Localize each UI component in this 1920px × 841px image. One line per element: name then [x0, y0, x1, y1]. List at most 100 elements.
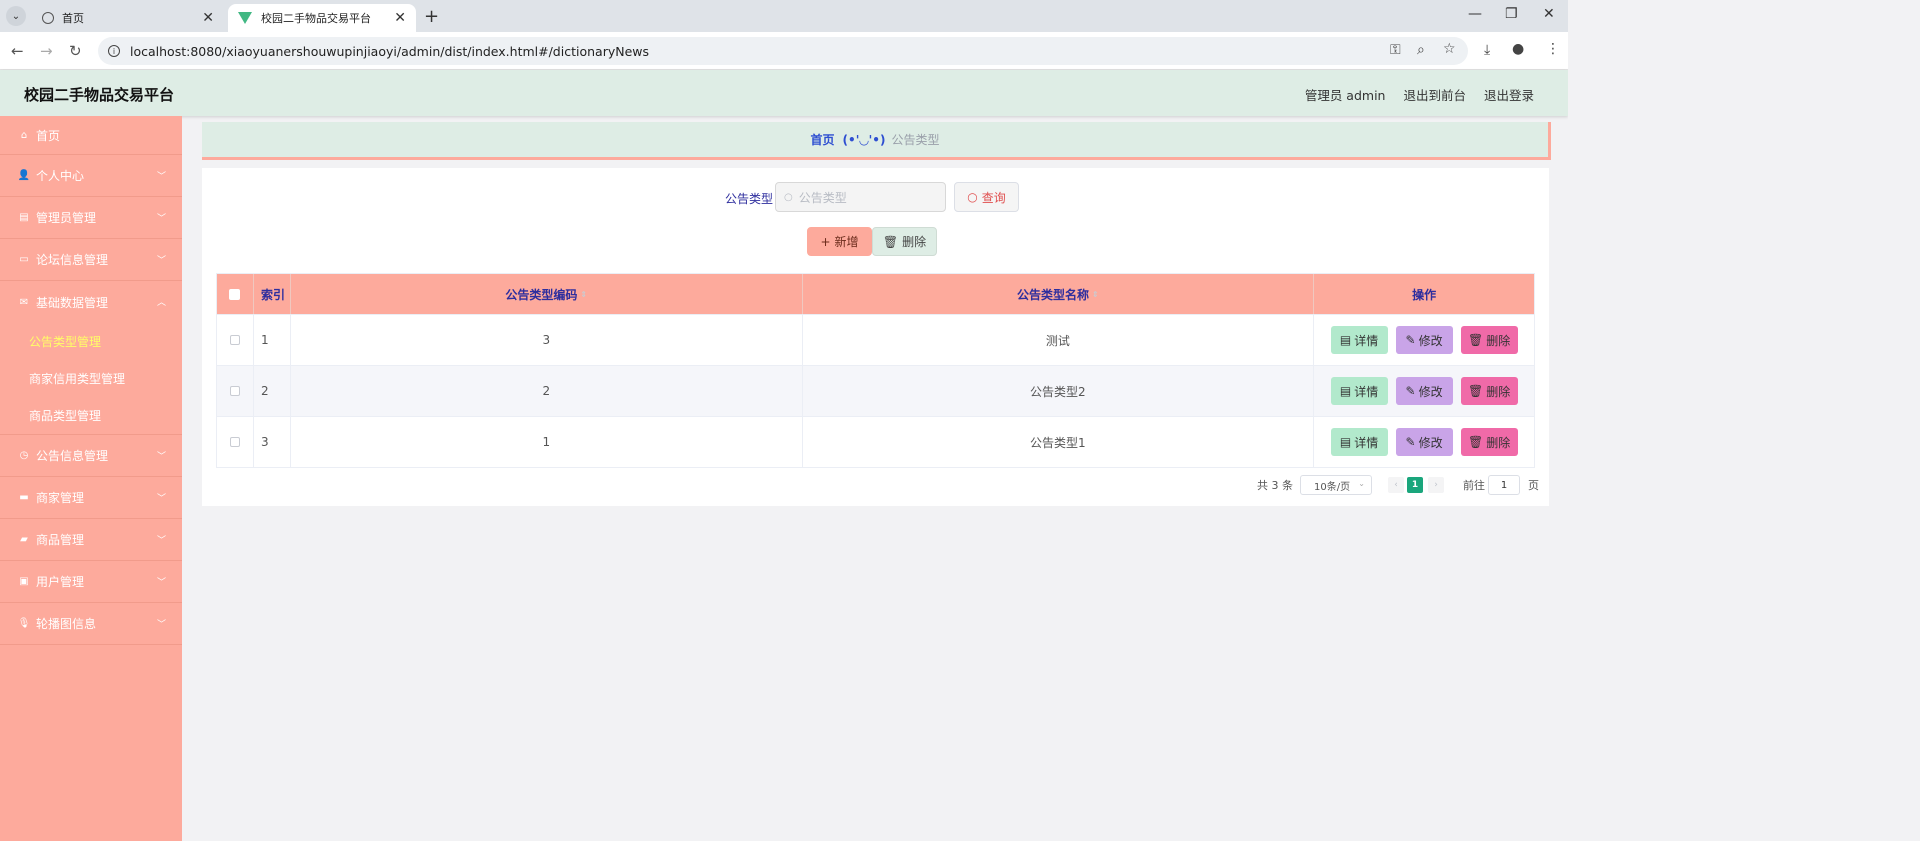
detail-button[interactable]: ▤ 详情: [1330, 377, 1388, 405]
add-button-label: 新增: [834, 235, 859, 249]
header-name-label: 公告类型名称: [1017, 287, 1090, 302]
chevron-down-icon: ﹀: [156, 214, 166, 224]
page-number-current[interactable]: 1: [1407, 477, 1423, 493]
detail-button[interactable]: ▤ 详情: [1330, 326, 1388, 354]
sort-icon[interactable]: ⇕: [1092, 290, 1099, 299]
row-delete-button[interactable]: 🗑 删除: [1460, 428, 1518, 456]
plus-icon: +: [820, 234, 831, 249]
sidebar-item-home[interactable]: ⌂ 首页: [0, 116, 182, 155]
batch-delete-label: 删除: [902, 235, 927, 249]
breadcrumb-home[interactable]: 首页: [811, 131, 835, 148]
sidebar-item-label: 管理员管理: [36, 211, 97, 225]
zoom-icon[interactable]: ⌕: [1417, 42, 1425, 58]
header-actions: 管理员 admin 退出到前台 退出登录: [1305, 85, 1534, 104]
search-button[interactable]: ○ 查询: [954, 182, 1019, 212]
reload-icon[interactable]: ↻: [69, 42, 82, 60]
detail-button[interactable]: ▤ 详情: [1330, 428, 1388, 456]
address-bar: ← → ↻ i localhost:8080/xiaoyuanershouwup…: [0, 32, 1568, 70]
to-front-link[interactable]: 退出到前台: [1403, 85, 1466, 104]
window-close-icon[interactable]: ✕: [1543, 6, 1555, 22]
row-checkbox[interactable]: [229, 335, 240, 345]
batch-delete-button[interactable]: 🗑 删除: [872, 227, 937, 256]
add-button[interactable]: + 新增: [807, 227, 872, 256]
sidebar-item-admins[interactable]: ▤ 管理员管理 ﹀: [0, 197, 182, 239]
sidebar-item-personal[interactable]: 👤 个人中心 ﹀: [0, 155, 182, 197]
table-row: 2 2 公告类型2 ▤ 详情 ✎ 修改 🗑 删除: [217, 365, 1534, 416]
header-code-label: 公告类型编码: [505, 287, 578, 302]
home-icon: ⌂: [20, 129, 28, 141]
minimize-icon[interactable]: —: [1468, 6, 1482, 22]
row-delete-button[interactable]: 🗑 删除: [1460, 326, 1518, 354]
profile-icon[interactable]: ●: [1512, 41, 1524, 57]
sort-icon[interactable]: ⇕: [580, 290, 587, 299]
browser-tab-home[interactable]: 首页 ✕: [32, 4, 224, 32]
sidebar-item-label: 论坛信息管理: [36, 253, 109, 267]
sidebar-item-merchants[interactable]: ▬ 商家管理 ﹀: [0, 477, 182, 519]
edit-button[interactable]: ✎ 修改: [1395, 326, 1453, 354]
sidebar-item-goods[interactable]: ▰ 商品管理 ﹀: [0, 519, 182, 561]
document-icon: ▤: [1339, 384, 1352, 398]
sidebar-item-notices[interactable]: ◷ 公告信息管理 ﹀: [0, 435, 182, 477]
row-select-cell: [217, 417, 254, 467]
cell-code: 3: [291, 315, 803, 365]
table-row: 3 1 公告类型1 ▤ 详情 ✎ 修改 🗑 删除: [217, 416, 1534, 467]
page-size-select[interactable]: 10条/页 ⌄: [1300, 475, 1372, 495]
edit-label: 修改: [1418, 333, 1443, 348]
prev-page-button[interactable]: ‹: [1388, 477, 1404, 493]
row-checkbox[interactable]: [229, 386, 240, 396]
vue-logo-icon: [238, 12, 252, 24]
back-icon[interactable]: ←: [11, 42, 24, 60]
pagination-total: 共 3 条: [1257, 479, 1293, 492]
chevron-down-icon: ﹀: [156, 620, 166, 630]
header-name[interactable]: 公告类型名称 ⇕: [803, 274, 1315, 314]
search-label: 公告类型: [725, 192, 774, 206]
cell-index: 1: [254, 315, 291, 365]
url-text: localhost:8080/xiaoyuanershouwupinjiaoyi…: [130, 43, 650, 59]
row-checkbox[interactable]: [229, 437, 240, 447]
bookmark-star-icon[interactable]: ☆: [1443, 41, 1456, 57]
password-key-icon[interactable]: ⚿: [1390, 42, 1401, 58]
page-size-value: 10条/页: [1314, 481, 1351, 493]
briefcase-icon: ▣: [19, 576, 29, 587]
edit-button[interactable]: ✎ 修改: [1395, 377, 1453, 405]
chevron-down-icon: ﹀: [156, 172, 166, 182]
sidebar-item-users[interactable]: ▣ 用户管理 ﹀: [0, 561, 182, 603]
search-placeholder: 公告类型: [798, 190, 847, 205]
browser-menu-icon[interactable]: ⋮: [1546, 41, 1560, 57]
delete-label: 删除: [1486, 333, 1511, 348]
site-info-icon[interactable]: i: [108, 45, 120, 57]
sidebar-subitem-goods-type[interactable]: 商品类型管理: [0, 397, 182, 434]
tab-title: 校园二手物品交易平台: [261, 12, 371, 25]
header-code[interactable]: 公告类型编码 ⇕: [291, 274, 803, 314]
select-all-checkbox[interactable]: [229, 288, 241, 300]
url-field[interactable]: i localhost:8080/xiaoyuanershouwupinjiao…: [98, 37, 1468, 65]
close-tab-icon[interactable]: ✕: [202, 10, 214, 26]
pencil-icon: ✎: [1405, 333, 1416, 347]
sidebar-subitem-notice-type[interactable]: 公告类型管理: [0, 323, 182, 360]
chart-icon: ▤: [19, 212, 29, 223]
row-delete-button[interactable]: 🗑 删除: [1460, 377, 1518, 405]
close-tab-icon[interactable]: ✕: [394, 10, 406, 26]
next-page-button[interactable]: ›: [1428, 477, 1444, 493]
trash-icon: 🗑: [1467, 384, 1484, 398]
new-tab-icon[interactable]: +: [424, 6, 439, 27]
card-icon: ▭: [19, 254, 29, 265]
browser-tab-active[interactable]: 校园二手物品交易平台 ✕: [228, 4, 416, 32]
sidebar-subitem-credit-type[interactable]: 商家信用类型管理: [0, 360, 182, 397]
admin-label: 管理员 admin: [1304, 88, 1386, 103]
select-all-cell: [217, 274, 254, 314]
download-icon[interactable]: ⤓: [1484, 42, 1490, 58]
sidebar-item-forum[interactable]: ▭ 论坛信息管理 ﹀: [0, 239, 182, 281]
search-input[interactable]: ○ 公告类型: [775, 182, 946, 212]
goto-page-input[interactable]: 1: [1488, 475, 1520, 495]
detail-label: 详情: [1354, 384, 1379, 399]
cell-index: 3: [254, 417, 291, 467]
sidebar-item-basic-data[interactable]: ✉ 基础数据管理 ︿: [0, 281, 182, 323]
tab-search-dropdown-icon[interactable]: ⌄: [6, 6, 26, 26]
logout-link[interactable]: 退出登录: [1484, 85, 1534, 104]
forward-icon[interactable]: →: [40, 42, 53, 60]
sidebar-item-label: 公告信息管理: [36, 449, 109, 463]
sidebar-item-carousel[interactable]: 🎙 轮播图信息 ﹀: [0, 603, 182, 645]
restore-icon[interactable]: ❐: [1505, 6, 1518, 22]
edit-button[interactable]: ✎ 修改: [1395, 428, 1453, 456]
